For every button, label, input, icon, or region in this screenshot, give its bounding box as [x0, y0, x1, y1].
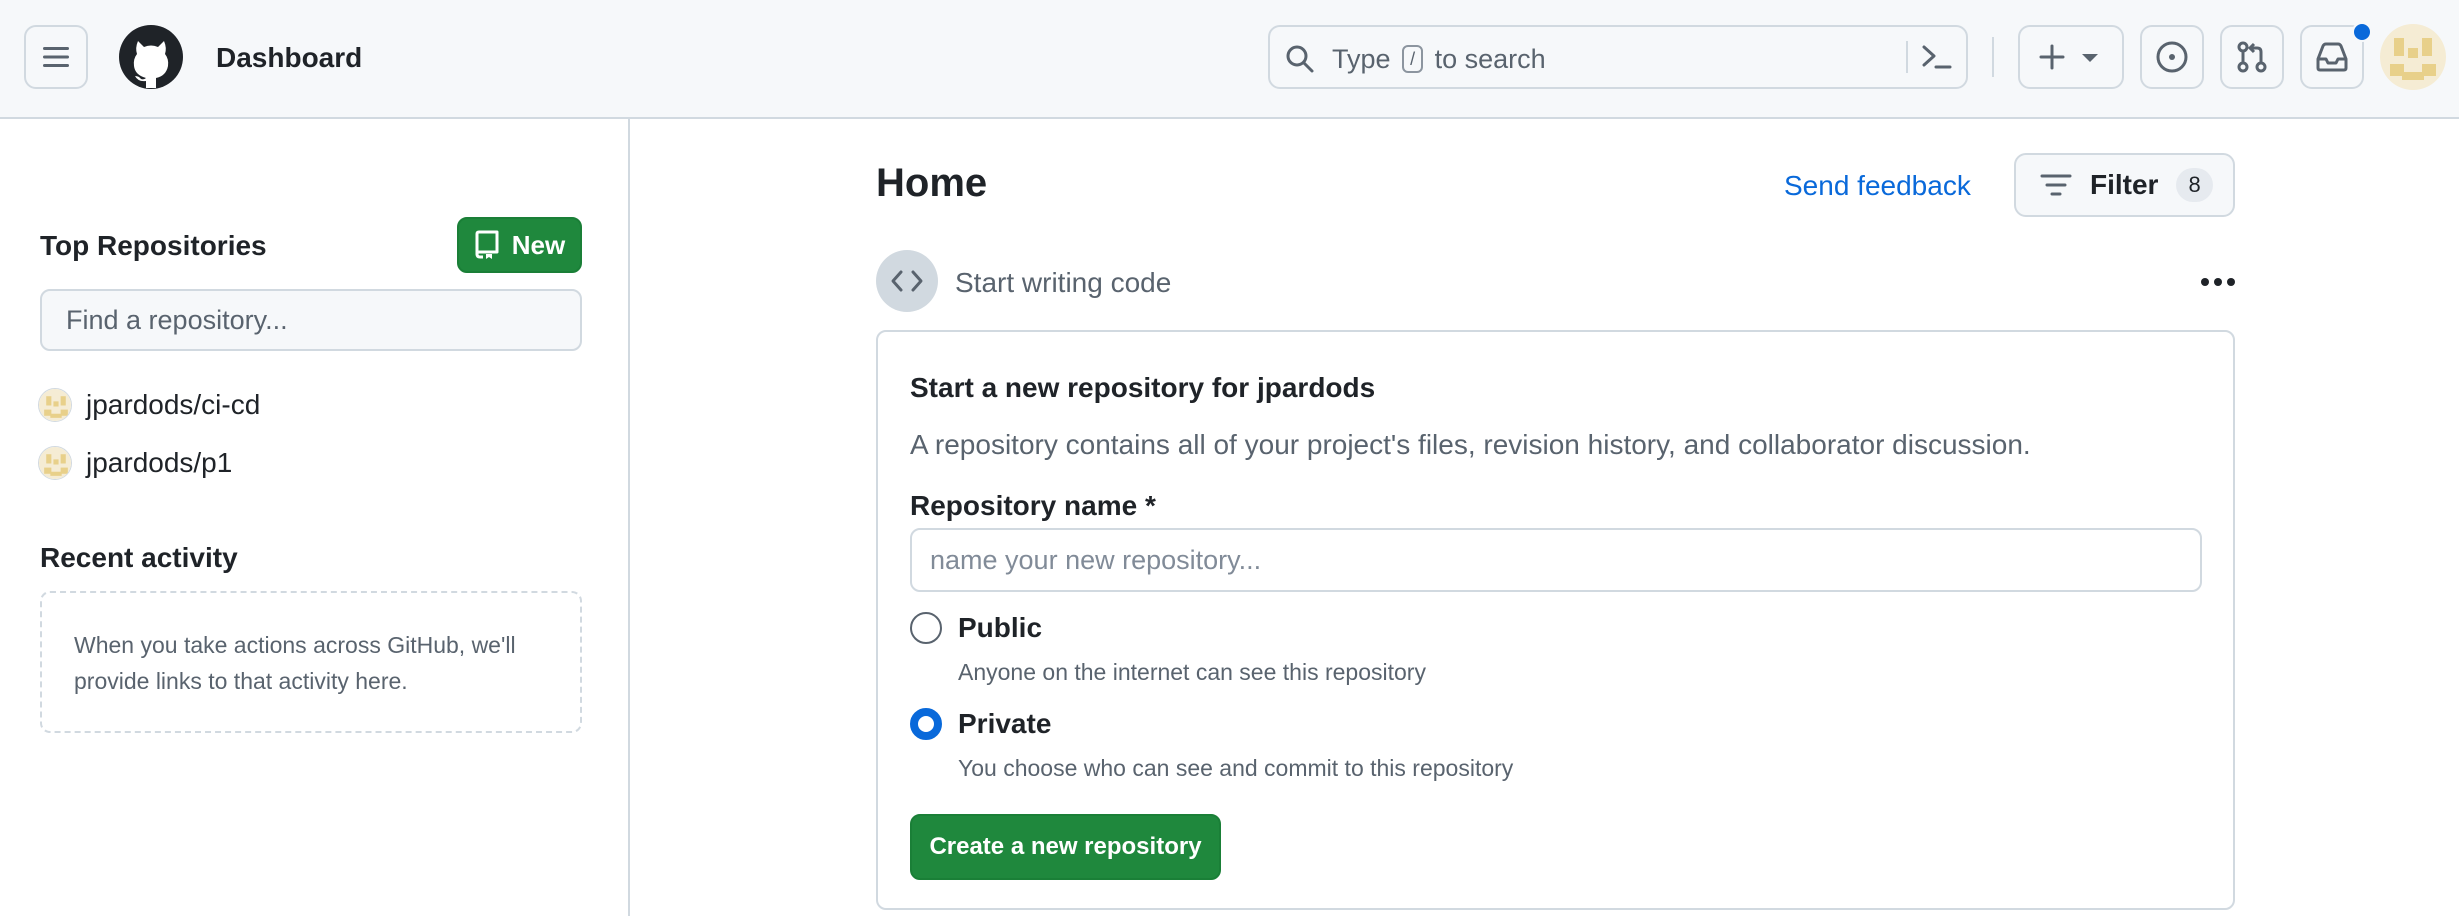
private-radio[interactable] [910, 708, 942, 740]
repository-name-input[interactable] [910, 528, 2202, 592]
header-divider [1992, 37, 1994, 77]
search-suffix: to search [1434, 44, 1546, 74]
filter-icon [2040, 174, 2072, 196]
pull-requests-button[interactable] [2220, 25, 2284, 89]
create-repository-button[interactable]: Create a new repository [910, 814, 1221, 880]
pull-request-icon [2237, 41, 2267, 73]
code-icon [876, 250, 938, 312]
recent-activity-heading: Recent activity [40, 542, 238, 573]
new-repository-card: Start a new repository for jpardods A re… [876, 330, 2235, 910]
repo-link[interactable]: jpardods/ci-cd [86, 389, 260, 421]
new-button-label: New [511, 229, 566, 260]
start-writing-code-heading: Start writing code [955, 267, 1172, 298]
filter-label: Filter [2090, 169, 2159, 200]
search-icon [1286, 45, 1314, 73]
left-sidebar: Top Repositories New jpardods/ci-cd [0, 119, 630, 916]
hamburger-icon [43, 47, 69, 67]
repo-icon [475, 230, 499, 259]
public-radio[interactable] [910, 612, 942, 644]
recent-activity-empty-state: When you take actions across GitHub, we'… [40, 591, 582, 733]
search-divider [1906, 41, 1908, 73]
inbox-icon [2316, 42, 2348, 72]
page-context-title[interactable]: Dashboard [216, 42, 362, 74]
filter-button[interactable]: Filter 8 [2014, 153, 2235, 217]
top-header: Dashboard Type / to search [0, 0, 2459, 119]
kebab-horizontal-icon [2201, 278, 2235, 286]
user-avatar[interactable] [2380, 24, 2446, 90]
notification-indicator [2352, 22, 2372, 42]
search-prefix: Type [1332, 44, 1391, 74]
repo-link[interactable]: jpardods/p1 [86, 447, 232, 479]
private-radio-description: You choose who can see and commit to thi… [958, 755, 1514, 781]
caret-down-icon [2082, 54, 2098, 62]
public-radio-label[interactable]: Public [958, 612, 1042, 644]
search-placeholder: Type / to search [1332, 44, 1546, 76]
search-shortcut-key: / [1402, 45, 1424, 73]
create-new-button[interactable] [2018, 25, 2124, 89]
issues-button[interactable] [2140, 25, 2204, 89]
find-repository-input[interactable] [40, 289, 582, 351]
repository-name-label: Repository name * [910, 490, 1156, 521]
repo-list-item[interactable]: jpardods/ci-cd [38, 388, 260, 422]
more-options-button[interactable] [2198, 262, 2238, 302]
repo-list-item[interactable]: jpardods/p1 [38, 446, 232, 480]
filter-count-badge: 8 [2176, 168, 2213, 202]
issue-icon [2156, 41, 2188, 73]
send-feedback-link[interactable]: Send feedback [1784, 170, 1971, 202]
github-logo-icon[interactable] [118, 24, 184, 90]
menu-button[interactable] [24, 25, 88, 89]
plus-icon [2039, 44, 2065, 70]
private-radio-label[interactable]: Private [958, 708, 1051, 740]
new-repository-button[interactable]: New [457, 217, 582, 273]
page-title: Home [876, 161, 988, 205]
command-palette-icon[interactable] [1920, 41, 1954, 73]
repo-owner-avatar [38, 446, 72, 480]
card-title: Start a new repository for jpardods [910, 372, 1376, 403]
search-input[interactable]: Type / to search [1268, 25, 1968, 89]
top-repositories-heading: Top Repositories [40, 230, 267, 261]
card-description: A repository contains all of your projec… [910, 429, 2031, 460]
repo-owner-avatar [38, 388, 72, 422]
public-radio-description: Anyone on the internet can see this repo… [958, 659, 1426, 685]
